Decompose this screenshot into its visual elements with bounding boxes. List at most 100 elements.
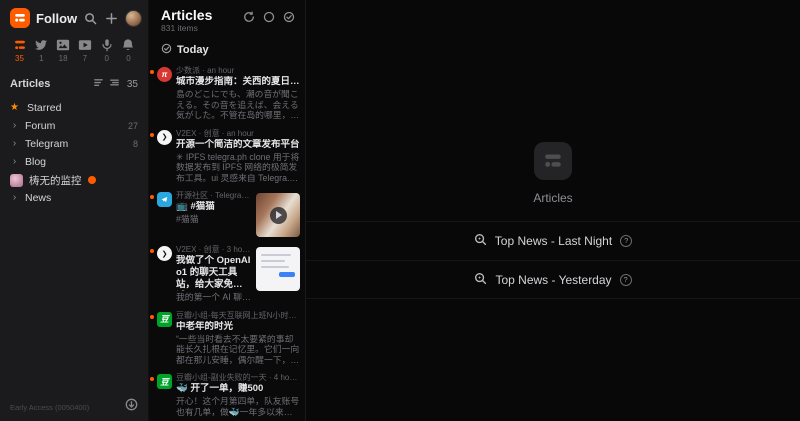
entry-meta: 少数派 · an hour bbox=[176, 66, 300, 75]
folder-unread-count: 8 bbox=[133, 139, 138, 149]
sidebar-item-monitor-feed[interactable]: 梼无的监控 bbox=[6, 171, 142, 189]
play-icon bbox=[270, 207, 287, 224]
entry-description: ✳ IPFS telegra.ph clone 用于将数据发布到 IPFS 网络… bbox=[176, 152, 300, 184]
sidebar-item-blog[interactable]: › Blog bbox=[6, 153, 142, 171]
article-list-item[interactable]: ❯ V2EX · 创意 · 3 hours 我做了个 OpenAI o1 的聊天… bbox=[149, 241, 305, 307]
entry-meta: 豆瓣小组-副业失败的一天 · 4 hours bbox=[176, 373, 300, 382]
chevron-right-icon: › bbox=[10, 139, 19, 149]
group-view-icon[interactable] bbox=[109, 75, 120, 93]
entry-meta: V2EX · 创意 · 3 hours bbox=[176, 245, 251, 254]
entry-description: “一些当时看去不太要紧的事却能长久扎根在记忆里。它们一向都在那儿安睡，偶尔醒一下… bbox=[176, 334, 300, 366]
download-icon[interactable] bbox=[125, 398, 138, 416]
view-audios[interactable]: 0 bbox=[97, 38, 116, 63]
unread-dot bbox=[150, 315, 154, 319]
feed-avatar bbox=[10, 174, 23, 187]
article-list: Articles 831 items Today π 少数派 · an hour… bbox=[148, 0, 306, 421]
entry-title: 🐳 开了一单，赚500 bbox=[176, 383, 300, 395]
view-articles[interactable]: 35 bbox=[10, 38, 29, 63]
entry-meta: 豆瓣小组-每天互联网上班N小时的我们一起聊… · 3 hours bbox=[176, 311, 300, 320]
version-label: Early Access (0050400) bbox=[10, 403, 89, 412]
douban-feed-icon: 豆 bbox=[157, 312, 172, 327]
douban-feed-icon: 豆 bbox=[157, 374, 172, 389]
mark-all-read-icon[interactable] bbox=[283, 10, 295, 28]
telegram-channel-icon bbox=[157, 192, 172, 207]
list-item-count: 831 items bbox=[161, 23, 243, 34]
view-social-media[interactable]: 1 bbox=[32, 38, 51, 63]
list-title: Articles bbox=[161, 7, 243, 23]
entry-description: 开心！这个月第四单，队友账号也有几单，做🐳一年多以来最好的一段时间 bbox=[176, 396, 300, 417]
feed-list: ★ Starred › Forum 27 › Telegram 8 › Blog… bbox=[0, 97, 148, 209]
star-icon: ★ bbox=[10, 103, 21, 113]
feed-section-header: Articles 35 bbox=[0, 67, 148, 97]
refresh-icon[interactable] bbox=[243, 10, 255, 28]
entry-title: 开源一个简洁的文章发布平台 bbox=[176, 139, 300, 151]
folder-unread-count: 27 bbox=[128, 121, 138, 131]
daily-report-label: Top News - Last Night bbox=[495, 234, 612, 248]
article-list-item[interactable]: 豆 豆瓣小组-每天互联网上班N小时的我们一起聊… · 3 hours 中老年的时… bbox=[149, 307, 305, 370]
app-title: Follow bbox=[36, 11, 77, 26]
view-switcher: 35 1 18 7 0 0 bbox=[0, 32, 148, 67]
sidebar-item-news[interactable]: › News bbox=[6, 189, 142, 207]
v2ex-feed-icon: ❯ bbox=[157, 130, 172, 145]
ai-magnifier-icon bbox=[474, 233, 487, 249]
unread-dot bbox=[150, 133, 154, 137]
sidebar-header: Follow bbox=[0, 0, 148, 32]
entry-description: #猫猫 bbox=[176, 214, 251, 225]
sidebar-item-telegram[interactable]: › Telegram 8 bbox=[6, 135, 142, 153]
empty-state: Articles bbox=[533, 142, 572, 205]
add-feed-icon[interactable] bbox=[104, 11, 118, 25]
chevron-right-icon: › bbox=[10, 121, 19, 131]
daily-report-yesterday[interactable]: Top News - Yesterday ? bbox=[306, 260, 800, 299]
unread-dot bbox=[150, 249, 154, 253]
check-circle-icon bbox=[161, 41, 172, 59]
article-list-item[interactable]: π 少数派 · an hour 城市漫步指南：关西的夏日重现 島のどこにでも、潮… bbox=[149, 62, 305, 125]
entry-title: 我做了个 OpenAI o1 的聊天工具站，给大家免费试用 bbox=[176, 255, 251, 291]
follow-app: Follow 35 1 18 bbox=[0, 0, 800, 421]
entry-title: 城市漫步指南：关西的夏日重现 bbox=[176, 76, 300, 88]
unread-dot bbox=[150, 195, 154, 199]
entry-meta: V2EX · 创意 · an hour bbox=[176, 129, 300, 138]
entry-description: 我的第一个 AI 聊天站上… bbox=[176, 292, 251, 303]
help-circle-icon[interactable]: ? bbox=[620, 235, 632, 247]
v2ex-feed-icon: ❯ bbox=[157, 246, 172, 261]
daily-report-label: Top News - Yesterday bbox=[495, 273, 611, 287]
today-label: Today bbox=[177, 44, 209, 56]
daily-report-list: Top News - Last Night ? Top News - Yeste… bbox=[306, 221, 800, 299]
search-icon[interactable] bbox=[83, 11, 97, 25]
help-circle-icon[interactable]: ? bbox=[620, 274, 632, 286]
article-list-item[interactable]: 开源社区 · Telegram… · 2 hours 📺 #猫猫 #猫猫 bbox=[149, 187, 305, 241]
chevron-right-icon: › bbox=[10, 157, 19, 167]
screenshot-thumbnail bbox=[256, 247, 300, 291]
entry-meta: 开源社区 · Telegram… · 2 hours bbox=[176, 191, 251, 200]
sidebar-item-starred[interactable]: ★ Starred bbox=[6, 99, 142, 117]
entries-scroll-area[interactable]: π 少数派 · an hour 城市漫步指南：关西的夏日重现 島のどこにでも、潮… bbox=[149, 62, 305, 421]
article-list-item[interactable]: 豆 豆瓣小组-副业失败的一天 · 4 hours 🐳 开了一单，赚500 开心！… bbox=[149, 369, 305, 421]
empty-state-label: Articles bbox=[533, 191, 572, 205]
sort-icon[interactable] bbox=[93, 75, 104, 93]
view-pictures[interactable]: 18 bbox=[54, 38, 73, 63]
content-panel: Articles Top News - Last Night ? Top New… bbox=[306, 0, 800, 421]
entry-title: 中老年的时光 bbox=[176, 321, 300, 333]
feed-section-title: Articles bbox=[10, 78, 89, 90]
feed-error-dot-icon bbox=[88, 176, 96, 184]
sspai-feed-icon: π bbox=[157, 67, 172, 82]
daily-report-last-night[interactable]: Top News - Last Night ? bbox=[306, 221, 800, 260]
unread-dot bbox=[150, 377, 154, 381]
chevron-right-icon: › bbox=[10, 193, 19, 203]
today-section-header: Today bbox=[149, 36, 305, 62]
articles-view-logo-icon bbox=[534, 142, 572, 180]
user-avatar[interactable] bbox=[125, 10, 142, 27]
sidebar: Follow 35 1 18 bbox=[0, 0, 148, 421]
app-logo-icon[interactable] bbox=[10, 8, 30, 28]
entry-description: 島のどこにでも、潮の音が聞こえる。その音を追えば、会える気がした。不管在岛的哪里… bbox=[176, 89, 300, 121]
unread-total-count: 35 bbox=[127, 79, 138, 90]
sidebar-item-forum[interactable]: › Forum 27 bbox=[6, 117, 142, 135]
article-list-item[interactable]: ❯ V2EX · 创意 · an hour 开源一个简洁的文章发布平台 ✳ IP… bbox=[149, 125, 305, 188]
unread-filter-icon[interactable] bbox=[263, 10, 275, 28]
view-videos[interactable]: 7 bbox=[75, 38, 94, 63]
video-thumbnail bbox=[256, 193, 300, 237]
view-notifications[interactable]: 0 bbox=[119, 38, 138, 63]
sidebar-footer: Early Access (0050400) bbox=[0, 394, 148, 421]
list-header: Articles 831 items bbox=[149, 0, 305, 36]
entry-title: 📺 #猫猫 bbox=[176, 201, 251, 213]
